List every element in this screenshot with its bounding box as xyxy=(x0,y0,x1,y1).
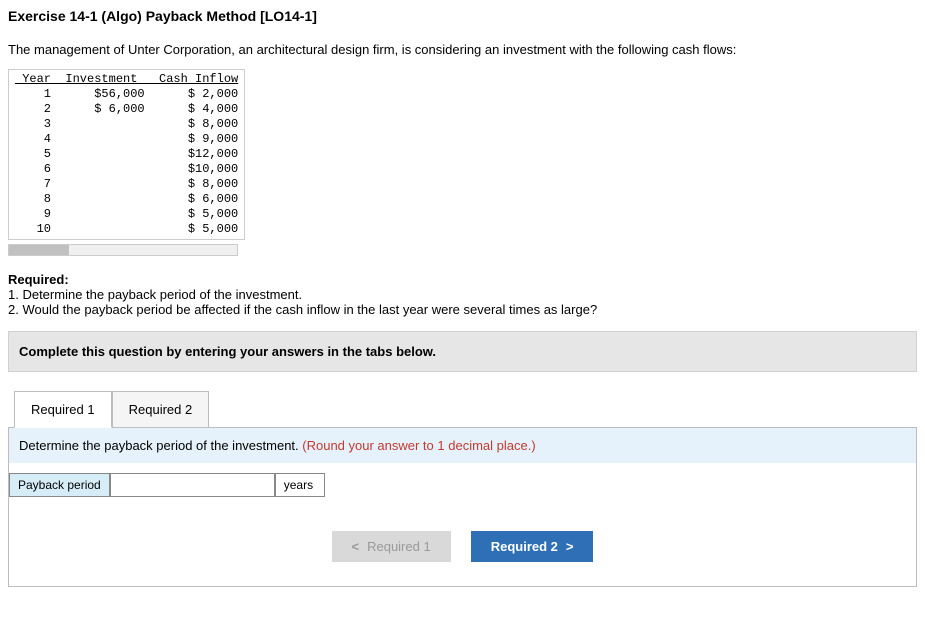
tab-required-2[interactable]: Required 2 xyxy=(112,391,210,428)
next-button[interactable]: Required 2 > xyxy=(471,531,594,562)
prev-button[interactable]: < Required 1 xyxy=(332,531,451,562)
required-block: Required: 1. Determine the payback perio… xyxy=(8,272,917,317)
panel-instruction: Determine the payback period of the inve… xyxy=(9,428,916,463)
panel-prompt: Determine the payback period of the inve… xyxy=(19,438,302,453)
required-q1: 1. Determine the payback period of the i… xyxy=(8,287,917,302)
required-q2: 2. Would the payback period be affected … xyxy=(8,302,917,317)
intro-text: The management of Unter Corporation, an … xyxy=(8,42,917,57)
next-button-label: Required 2 xyxy=(491,539,558,554)
chevron-left-icon: < xyxy=(352,539,360,554)
tab-panel: Determine the payback period of the inve… xyxy=(8,427,917,587)
scrollbar-thumb[interactable] xyxy=(9,245,69,255)
payback-unit-cell: years xyxy=(275,473,325,497)
exercise-title: Exercise 14-1 (Algo) Payback Method [LO1… xyxy=(8,8,917,24)
panel-prompt-note: (Round your answer to 1 decimal place.) xyxy=(302,438,535,453)
instruction-bar: Complete this question by entering your … xyxy=(8,331,917,372)
tabs: Required 1 Required 2 xyxy=(8,390,917,427)
chevron-right-icon: > xyxy=(566,539,574,554)
nav-buttons: < Required 1 Required 2 > xyxy=(9,521,916,586)
prev-button-label: Required 1 xyxy=(367,539,431,554)
payback-input-cell xyxy=(110,473,275,497)
horizontal-scrollbar[interactable] xyxy=(8,244,238,256)
tab-required-1[interactable]: Required 1 xyxy=(14,391,112,428)
payback-label-cell: Payback period xyxy=(9,473,110,497)
cash-flow-table: Year Investment Cash Inflow 1 $56,000 $ … xyxy=(8,69,245,240)
payback-input[interactable] xyxy=(111,474,274,496)
required-header: Required: xyxy=(8,272,917,287)
answer-grid: Payback period years xyxy=(9,473,325,497)
answer-row: Payback period years xyxy=(9,463,916,521)
